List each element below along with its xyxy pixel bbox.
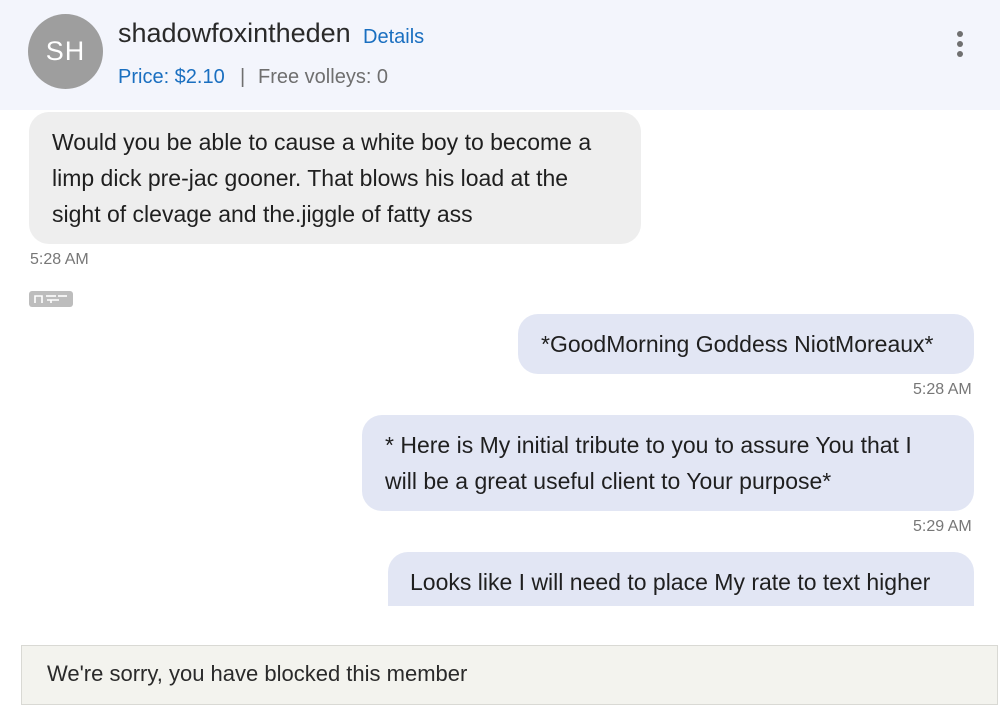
free-volleys-label: Free volleys: 0 — [258, 66, 389, 88]
message-text: * Here is My initial tribute to you to a… — [385, 432, 912, 494]
username[interactable]: shadowfoxintheden — [118, 18, 351, 49]
message-bubble-incoming[interactable]: Would you be able to cause a white boy t… — [29, 112, 641, 244]
nf-badge-icon — [29, 291, 73, 307]
conversation-header: SH shadowfoxintheden Details Price: $2.1… — [0, 0, 1000, 110]
blocked-notice: We're sorry, you have blocked this membe… — [21, 645, 998, 705]
avatar[interactable]: SH — [28, 14, 103, 89]
details-link[interactable]: Details — [363, 26, 424, 49]
blocked-notice-text: We're sorry, you have blocked this membe… — [47, 661, 468, 686]
message-text: Looks like I will need to place My rate … — [410, 569, 931, 595]
message-bubble-outgoing[interactable]: Looks like I will need to place My rate … — [388, 552, 974, 606]
message-timestamp: 5:29 AM — [913, 518, 972, 535]
message-text: *GoodMorning Goddess NiotMoreaux* — [541, 331, 934, 357]
message-timestamp: 5:28 AM — [30, 251, 89, 268]
message-bubble-outgoing[interactable]: *GoodMorning Goddess NiotMoreaux* — [518, 314, 974, 374]
message-timestamp: 5:28 AM — [913, 381, 972, 398]
separator: | — [240, 66, 246, 88]
message-bubble-outgoing[interactable]: * Here is My initial tribute to you to a… — [362, 415, 974, 511]
message-text: Would you be able to cause a white boy t… — [52, 129, 592, 227]
more-options-icon[interactable] — [944, 28, 976, 60]
price-label: Price: $2.10 — [118, 66, 225, 88]
